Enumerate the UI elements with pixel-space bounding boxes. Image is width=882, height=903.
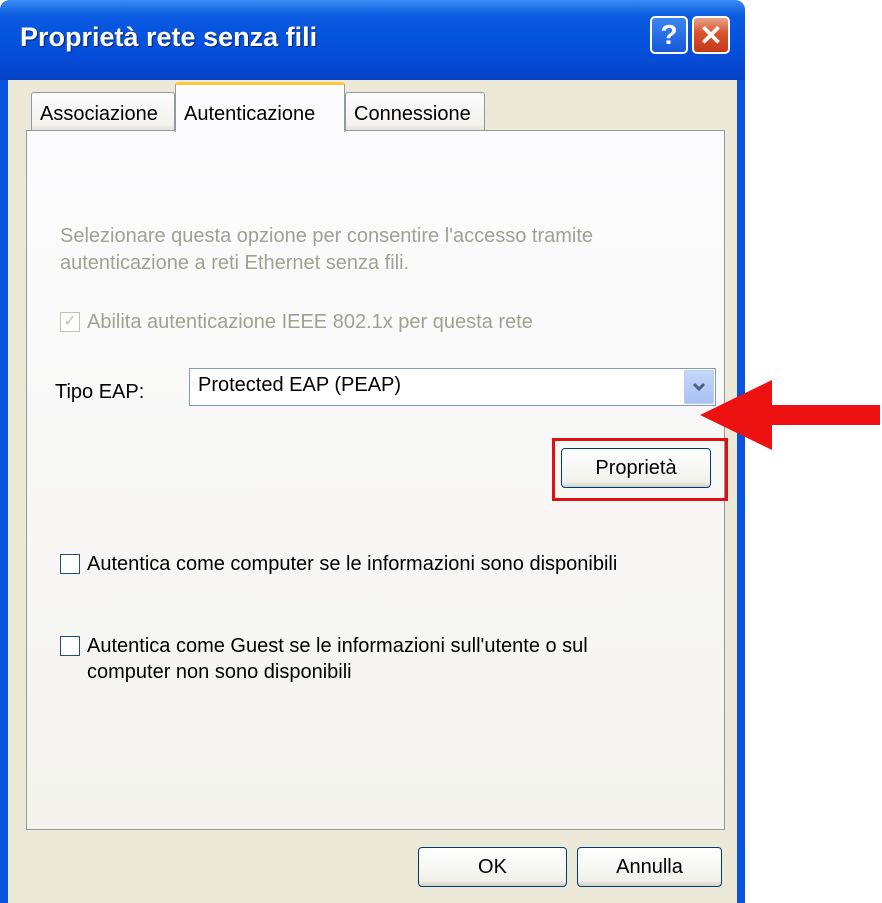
help-button[interactable]: ? [650, 16, 688, 54]
auth-as-guest-row: Autentica come Guest se le informazioni … [60, 633, 700, 685]
auth-as-computer-checkbox[interactable] [60, 554, 80, 574]
cancel-button-label: Annulla [616, 855, 683, 878]
eap-type-select[interactable]: Protected EAP (PEAP) [189, 368, 716, 406]
close-icon: ✕ [699, 19, 723, 51]
title-bar[interactable]: Proprietà rete senza fili ? ✕ [0, 0, 745, 80]
window-title: Proprietà rete senza fili [20, 22, 318, 52]
tab-label: Connessione [354, 103, 471, 125]
tab-connessione[interactable]: Connessione [345, 92, 485, 132]
eap-type-value: Protected EAP (PEAP) [198, 374, 402, 396]
enable-8021x-checkbox: ✓ [60, 312, 80, 332]
eap-type-label: Tipo EAP: [55, 381, 145, 403]
ok-button-label: OK [478, 855, 507, 878]
ok-button[interactable]: OK [418, 847, 567, 887]
tab-associazione[interactable]: Associazione [31, 92, 175, 132]
properties-button-label: Proprietà [595, 456, 677, 479]
close-button[interactable]: ✕ [692, 16, 730, 54]
auth-as-computer-label[interactable]: Autentica come computer se le informazio… [87, 551, 617, 577]
properties-button[interactable]: Proprietà [561, 448, 711, 488]
dialog-client-area: Associazione Autenticazione Connessione … [8, 80, 737, 903]
help-icon: ? [660, 19, 678, 50]
tab-panel-autenticazione: Selezionare questa opzione per consentir… [26, 130, 728, 830]
tab-autenticazione[interactable]: Autenticazione [175, 82, 345, 132]
tab-label: Autenticazione [184, 103, 316, 125]
enable-8021x-row: ✓ Abilita autenticazione IEEE 802.1x per… [60, 309, 533, 335]
cancel-button[interactable]: Annulla [577, 847, 722, 887]
tab-label: Associazione [40, 103, 158, 125]
auth-as-guest-checkbox[interactable] [60, 636, 80, 656]
description-text: Selezionare questa opzione per consentir… [60, 225, 594, 274]
auth-as-guest-label[interactable]: Autentica come Guest se le informazioni … [87, 633, 647, 685]
dialog-window: Proprietà rete senza fili ? ✕ Associazio… [0, 0, 745, 903]
pointer-arrow-icon [700, 380, 880, 450]
auth-as-computer-row: Autentica come computer se le informazio… [60, 551, 617, 577]
enable-8021x-label: Abilita autenticazione IEEE 802.1x per q… [87, 311, 533, 333]
